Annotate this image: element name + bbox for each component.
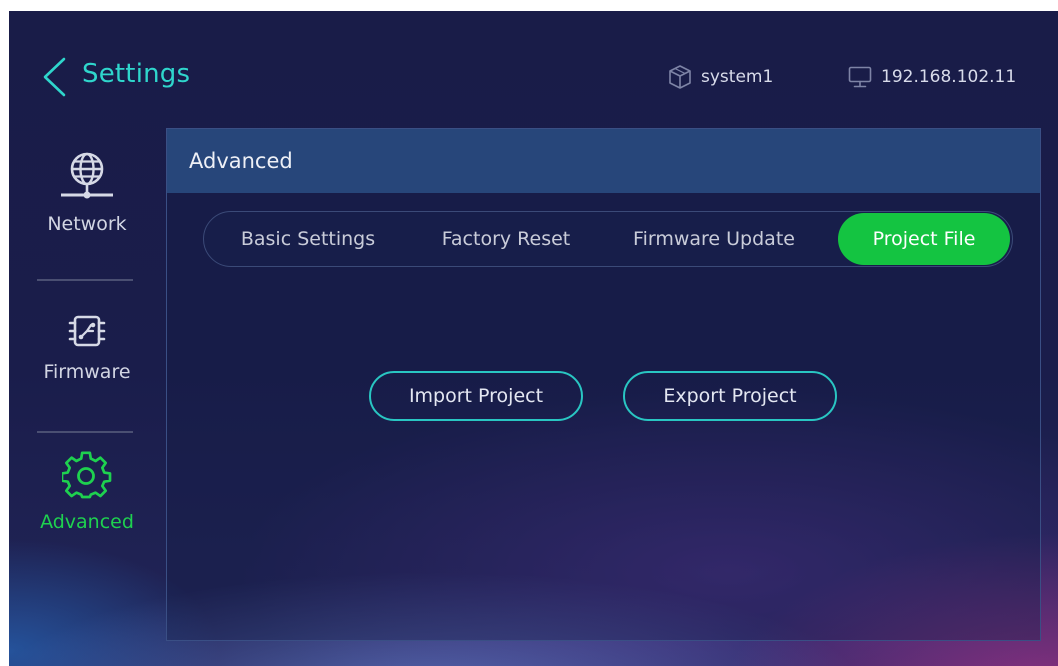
tab-basic-settings[interactable]: Basic Settings <box>226 212 390 266</box>
sidebar-divider <box>37 279 133 281</box>
import-project-button[interactable]: Import Project <box>369 371 583 421</box>
tab-bar: Basic Settings Factory Reset Firmware Up… <box>203 211 1013 267</box>
chevron-left-icon <box>43 57 66 97</box>
page-title: Settings <box>82 59 191 89</box>
sidebar-divider <box>37 431 133 433</box>
device-name-indicator: system1 <box>667 64 773 90</box>
export-project-button[interactable]: Export Project <box>623 371 837 421</box>
gear-icon <box>62 451 112 499</box>
globe-network-icon <box>61 152 113 199</box>
sidebar: Network Firmware Advanced <box>9 131 165 666</box>
sidebar-item-label-advanced: Advanced <box>40 511 134 533</box>
sidebar-item-network[interactable]: Network <box>21 147 153 235</box>
panel-title: Advanced <box>167 129 1040 193</box>
settings-screen: Settings system1 192.168.102.11 Network … <box>9 11 1058 666</box>
header-bar: Settings system1 192.168.102.11 <box>9 11 1058 131</box>
tab-factory-reset[interactable]: Factory Reset <box>426 212 586 266</box>
cube-icon <box>669 65 691 89</box>
ip-address-indicator: 192.168.102.11 <box>847 64 1016 90</box>
ip-address-text: 192.168.102.11 <box>881 67 1017 87</box>
device-name-text: system1 <box>701 67 774 87</box>
sidebar-item-label-network: Network <box>47 213 127 235</box>
tab-project-file[interactable]: Project File <box>838 213 1010 265</box>
sidebar-item-firmware[interactable]: Firmware <box>21 311 153 383</box>
sidebar-item-advanced[interactable]: Advanced <box>21 451 153 533</box>
chip-icon <box>68 315 106 347</box>
back-button[interactable] <box>37 55 71 99</box>
advanced-panel: Advanced Basic Settings Factory Reset Fi… <box>166 128 1041 641</box>
tab-firmware-update[interactable]: Firmware Update <box>614 212 814 266</box>
monitor-icon <box>848 66 872 88</box>
sidebar-item-label-firmware: Firmware <box>43 361 131 383</box>
